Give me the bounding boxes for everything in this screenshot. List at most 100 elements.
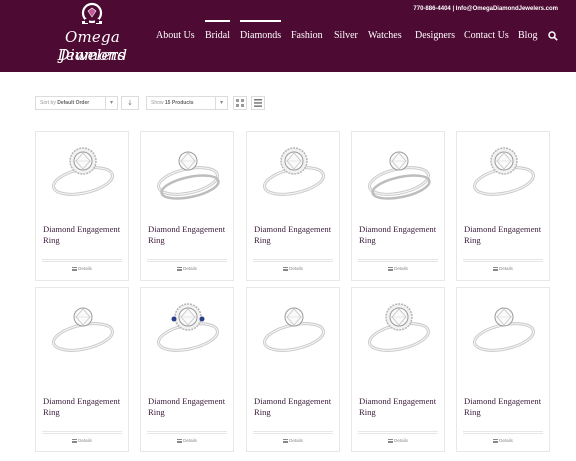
product-image[interactable] bbox=[37, 289, 129, 372]
details-label: Details bbox=[78, 438, 92, 443]
product-title[interactable]: Diamond Engagement Ring bbox=[359, 396, 443, 418]
divider bbox=[463, 431, 543, 432]
show-prefix: Show bbox=[151, 100, 164, 106]
product-image[interactable] bbox=[353, 133, 445, 216]
product-image[interactable] bbox=[248, 289, 340, 372]
product-card[interactable]: Diamond Engagement Ring Details bbox=[140, 131, 234, 281]
product-image[interactable] bbox=[142, 133, 234, 216]
details-label: Details bbox=[394, 266, 408, 271]
divider bbox=[147, 431, 227, 432]
product-card[interactable]: Diamond Engagement Ring Details bbox=[456, 131, 550, 281]
details-label: Details bbox=[183, 438, 197, 443]
divider bbox=[253, 433, 333, 434]
product-title[interactable]: Diamond Engagement Ring bbox=[464, 396, 548, 418]
sort-select[interactable]: Sort by Default Order ▾ bbox=[35, 96, 118, 110]
details-link[interactable]: Details bbox=[36, 266, 128, 271]
divider bbox=[147, 433, 227, 434]
contact-info[interactable]: 770-886-4404 | Info@OmegaDiamondJewelers… bbox=[413, 6, 558, 12]
details-link[interactable]: Details bbox=[457, 438, 549, 443]
details-label: Details bbox=[78, 266, 92, 271]
sort-prefix: Sort by bbox=[40, 100, 56, 106]
product-card[interactable]: Diamond Engagement Ring Details bbox=[246, 287, 340, 452]
nav-silver[interactable]: Silver bbox=[334, 30, 358, 41]
details-label: Details bbox=[183, 266, 197, 271]
product-image[interactable] bbox=[353, 289, 445, 372]
product-title[interactable]: Diamond Engagement Ring bbox=[254, 396, 338, 418]
product-card[interactable]: Diamond Engagement Ring Details bbox=[35, 287, 129, 452]
details-link[interactable]: Details bbox=[141, 266, 233, 271]
product-title[interactable]: Diamond Engagement Ring bbox=[43, 396, 127, 418]
list-icon bbox=[493, 266, 499, 271]
details-link[interactable]: Details bbox=[141, 438, 233, 443]
details-label: Details bbox=[499, 438, 513, 443]
product-image[interactable] bbox=[458, 289, 550, 372]
chevron-down-icon: ▾ bbox=[215, 97, 227, 109]
grid-view-icon bbox=[236, 99, 244, 107]
product-title[interactable]: Diamond Engagement Ring bbox=[254, 224, 338, 246]
chevron-down-icon: ▾ bbox=[105, 97, 117, 109]
details-link[interactable]: Details bbox=[352, 438, 444, 443]
list-icon bbox=[283, 438, 289, 443]
omega-logo-icon bbox=[81, 2, 103, 24]
list-icon bbox=[72, 266, 78, 271]
divider bbox=[42, 431, 122, 432]
product-card[interactable]: Diamond Engagement Ring Details bbox=[35, 131, 129, 281]
sort-direction-button[interactable]: ↓ bbox=[121, 96, 139, 110]
product-image[interactable] bbox=[37, 133, 129, 216]
divider bbox=[42, 261, 122, 262]
nav-watches[interactable]: Watches bbox=[368, 30, 402, 41]
list-view-button[interactable] bbox=[251, 96, 265, 110]
list-icon bbox=[388, 266, 394, 271]
divider bbox=[253, 261, 333, 262]
nav-contact-us[interactable]: Contact Us bbox=[464, 30, 509, 41]
nav-blog[interactable]: Blog bbox=[518, 30, 537, 41]
divider bbox=[358, 431, 438, 432]
product-title[interactable]: Diamond Engagement Ring bbox=[148, 224, 232, 246]
details-link[interactable]: Details bbox=[36, 438, 128, 443]
arrow-down-icon: ↓ bbox=[127, 99, 133, 107]
details-label: Details bbox=[394, 438, 408, 443]
list-icon bbox=[493, 438, 499, 443]
divider bbox=[463, 261, 543, 262]
divider bbox=[463, 259, 543, 260]
list-icon bbox=[177, 266, 183, 271]
product-image[interactable] bbox=[458, 133, 550, 216]
product-title[interactable]: Diamond Engagement Ring bbox=[464, 224, 548, 246]
nav-about-us[interactable]: About Us bbox=[156, 30, 195, 41]
list-view-icon bbox=[254, 99, 262, 107]
nav-fashion[interactable]: Fashion bbox=[291, 30, 323, 41]
product-image[interactable] bbox=[248, 133, 340, 216]
details-link[interactable]: Details bbox=[352, 266, 444, 271]
list-icon bbox=[177, 438, 183, 443]
divider bbox=[147, 261, 227, 262]
product-card[interactable]: Diamond Engagement Ring Details bbox=[140, 287, 234, 452]
product-title[interactable]: Diamond Engagement Ring bbox=[359, 224, 443, 246]
divider bbox=[42, 259, 122, 260]
grid-view-button[interactable] bbox=[233, 96, 247, 110]
details-link[interactable]: Details bbox=[247, 438, 339, 443]
show-value: 15 Products bbox=[164, 100, 194, 106]
product-card[interactable]: Diamond Engagement Ring Details bbox=[351, 131, 445, 281]
nav-designers[interactable]: Designers bbox=[415, 30, 455, 41]
details-link[interactable]: Details bbox=[247, 266, 339, 271]
nav-bridal[interactable]: Bridal bbox=[205, 20, 230, 41]
divider bbox=[358, 259, 438, 260]
search-icon[interactable] bbox=[548, 31, 558, 41]
nav-diamonds[interactable]: Diamonds bbox=[240, 20, 282, 41]
product-title[interactable]: Diamond Engagement Ring bbox=[148, 396, 232, 418]
product-title[interactable]: Diamond Engagement Ring bbox=[43, 224, 127, 246]
details-label: Details bbox=[499, 266, 513, 271]
divider bbox=[42, 433, 122, 434]
details-link[interactable]: Details bbox=[457, 266, 549, 271]
show-count-select[interactable]: Show 15 Products ▾ bbox=[146, 96, 228, 110]
product-image[interactable] bbox=[142, 289, 234, 372]
brand-name-line2: Jewelers bbox=[59, 46, 126, 64]
product-card[interactable]: Diamond Engagement Ring Details bbox=[351, 287, 445, 452]
list-icon bbox=[72, 438, 78, 443]
brand-logo[interactable]: Omega Diamond Jewelers bbox=[30, 2, 155, 68]
list-icon bbox=[283, 266, 289, 271]
site-header: Omega Diamond Jewelers 770-886-4404 | In… bbox=[0, 0, 576, 72]
product-card[interactable]: Diamond Engagement Ring Details bbox=[456, 287, 550, 452]
divider bbox=[253, 259, 333, 260]
product-card[interactable]: Diamond Engagement Ring Details bbox=[246, 131, 340, 281]
